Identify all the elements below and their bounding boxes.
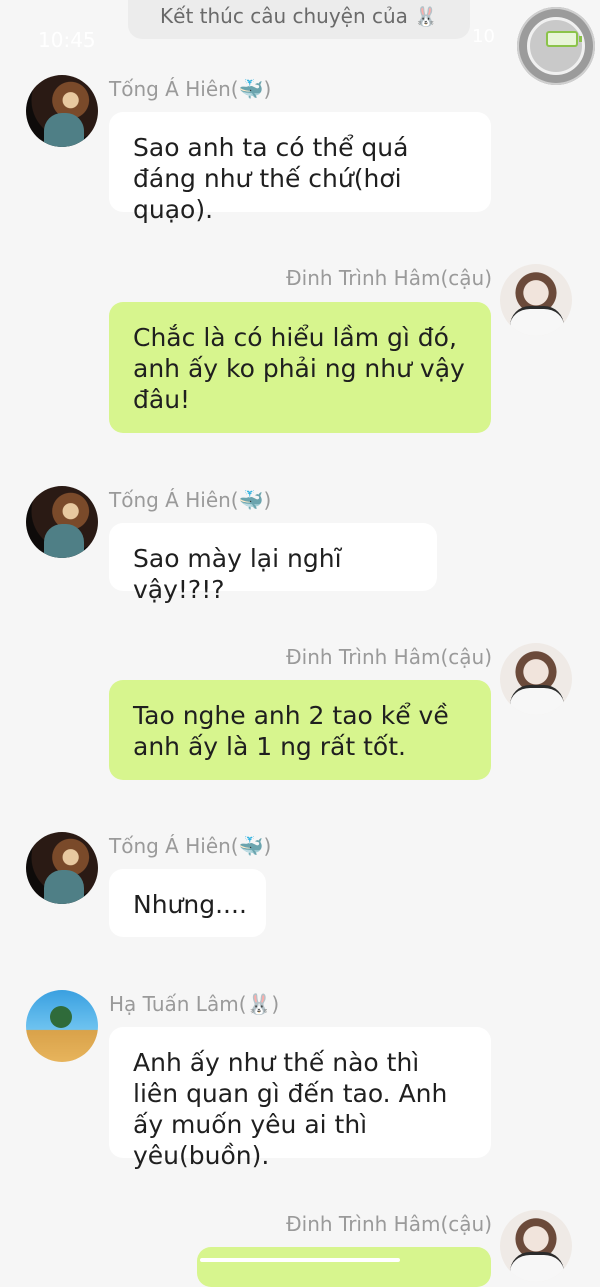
avatar-dinh-trinh-ham[interactable]: [500, 264, 572, 336]
message-bubble[interactable]: Nhưng....: [109, 869, 266, 937]
whale-emoji-icon: 🐳: [238, 77, 264, 101]
sender-name-text: Tống Á Hiên: [109, 77, 231, 101]
avatar-tong-a-hien[interactable]: [26, 486, 98, 558]
message-bubble[interactable]: Tao nghe anh 2 tao kể về anh ấy là 1 ng …: [109, 680, 491, 780]
sender-name: Hạ Tuấn Lâm(🐰): [109, 992, 280, 1016]
message-bubble[interactable]: Anh ấy như thế nào thì liên quan gì đến …: [109, 1027, 491, 1170]
sender-name: Đinh Trình Hâm(cậu): [286, 1212, 492, 1236]
sender-name: Đinh Trình Hâm(cậu): [286, 266, 492, 290]
avatar-dinh-trinh-ham[interactable]: [500, 643, 572, 715]
avatar-ha-tuan-lam[interactable]: [26, 990, 98, 1062]
status-battery: 10: [472, 26, 495, 47]
story-end-text: Kết thúc câu chuyện của: [160, 4, 408, 28]
message-bubble[interactable]: Sao anh ta có thể quá đáng như thế chứ(h…: [109, 112, 491, 224]
message-text: Sao anh ta có thể quá đáng như thế chứ(h…: [133, 133, 409, 224]
message-bubble[interactable]: Sao mày lại nghĩ vậy!?!?: [109, 523, 437, 604]
sender-name-text: Tống Á Hiên: [109, 488, 231, 512]
battery-icon: [546, 31, 582, 47]
message-text: Tao nghe anh 2 tao kể về anh ấy là 1 ng …: [133, 701, 449, 761]
rabbit-emoji-icon: 🐰: [414, 6, 438, 28]
message-bubble[interactable]: Chắc là có hiểu lầm gì đó, anh ấy ko phả…: [109, 302, 491, 433]
message-text: Sao mày lại nghĩ vậy!?!?: [133, 544, 342, 604]
rabbit-emoji-icon: 🐰: [246, 992, 272, 1016]
sender-name-text: Hạ Tuấn Lâm: [109, 992, 239, 1016]
message-text: Nhưng....: [133, 890, 247, 919]
avatar-dinh-trinh-ham[interactable]: [500, 1210, 572, 1282]
whale-emoji-icon: 🐳: [238, 488, 264, 512]
floating-assistive-button[interactable]: [517, 7, 595, 85]
home-indicator[interactable]: [200, 1258, 400, 1262]
sender-name: Tống Á Hiên(🐳): [109, 488, 272, 512]
message-text: Chắc là có hiểu lầm gì đó, anh ấy ko phả…: [133, 323, 465, 414]
message-text: Anh ấy như thế nào thì liên quan gì đến …: [133, 1048, 448, 1170]
sender-name: Tống Á Hiên(🐳): [109, 77, 272, 101]
sender-name: Tống Á Hiên(🐳): [109, 834, 272, 858]
story-end-banner: Kết thúc câu chuyện của 🐰: [128, 0, 470, 39]
status-time: 10:45: [38, 28, 96, 52]
message-bubble[interactable]: [197, 1247, 491, 1287]
sender-name-text: Tống Á Hiên: [109, 834, 231, 858]
whale-emoji-icon: 🐳: [238, 834, 264, 858]
sender-name: Đinh Trình Hâm(cậu): [286, 645, 492, 669]
avatar-tong-a-hien[interactable]: [26, 832, 98, 904]
avatar-tong-a-hien[interactable]: [26, 75, 98, 147]
